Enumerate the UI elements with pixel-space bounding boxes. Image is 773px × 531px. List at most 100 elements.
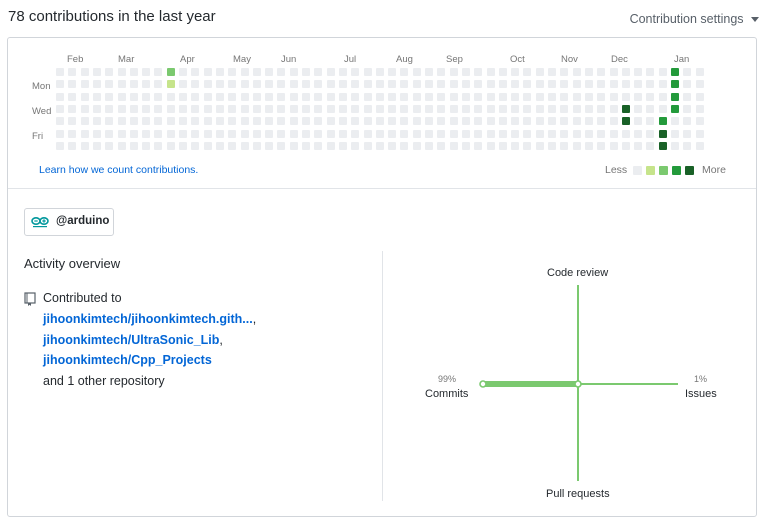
contribution-day[interactable]	[412, 68, 421, 76]
contribution-day[interactable]	[375, 80, 384, 89]
contribution-day[interactable]	[474, 104, 483, 113]
contribution-day[interactable]	[449, 80, 458, 89]
contribution-day[interactable]	[658, 117, 667, 126]
contribution-day[interactable]	[671, 80, 679, 89]
contribution-day[interactable]	[609, 92, 618, 101]
contribution-day[interactable]	[92, 141, 101, 150]
contribution-day[interactable]	[228, 68, 237, 76]
contribution-day[interactable]	[338, 104, 347, 113]
contribution-day[interactable]	[597, 68, 606, 76]
contribution-day[interactable]	[215, 141, 224, 150]
contribution-day[interactable]	[265, 92, 274, 101]
contribution-day[interactable]	[511, 92, 520, 101]
contribution-day[interactable]	[351, 80, 360, 89]
contribution-day[interactable]	[179, 92, 187, 101]
contribution-day[interactable]	[486, 80, 495, 89]
contribution-day[interactable]	[412, 129, 421, 138]
contribution-day[interactable]	[597, 104, 606, 113]
contribution-day[interactable]	[400, 117, 409, 126]
contribution-day[interactable]	[314, 68, 323, 76]
contribution-day[interactable]	[240, 104, 249, 113]
contribution-day[interactable]	[437, 129, 446, 138]
contribution-day[interactable]	[461, 92, 470, 101]
contribution-day[interactable]	[338, 141, 347, 150]
contribution-day[interactable]	[92, 117, 101, 126]
contribution-day[interactable]	[449, 117, 458, 126]
contribution-day[interactable]	[351, 104, 360, 113]
contribution-day[interactable]	[388, 129, 397, 138]
contribution-day[interactable]	[375, 117, 384, 126]
contribution-day[interactable]	[129, 129, 138, 138]
contribution-day[interactable]	[375, 104, 384, 113]
contribution-day[interactable]	[326, 68, 335, 76]
contribution-day[interactable]	[498, 80, 507, 89]
contribution-day[interactable]	[461, 104, 470, 113]
contribution-day[interactable]	[142, 104, 151, 113]
contribution-day[interactable]	[302, 80, 310, 89]
contribution-day[interactable]	[166, 129, 175, 138]
contribution-day[interactable]	[228, 117, 237, 126]
contribution-day[interactable]	[154, 92, 163, 101]
contribution-day[interactable]	[203, 80, 212, 89]
contribution-day[interactable]	[240, 80, 249, 89]
contribution-day[interactable]	[584, 68, 593, 76]
contribution-day[interactable]	[68, 68, 77, 76]
contribution-day[interactable]	[683, 141, 692, 150]
contribution-day[interactable]	[474, 117, 483, 126]
contribution-day[interactable]	[498, 92, 507, 101]
contribution-day[interactable]	[252, 68, 261, 76]
contribution-day[interactable]	[363, 141, 372, 150]
contribution-day[interactable]	[56, 104, 64, 113]
contribution-day[interactable]	[412, 92, 421, 101]
contribution-day[interactable]	[584, 104, 593, 113]
contribution-day[interactable]	[695, 92, 704, 101]
contribution-day[interactable]	[523, 104, 532, 113]
contribution-day[interactable]	[289, 80, 298, 89]
contribution-day[interactable]	[326, 92, 335, 101]
contribution-day[interactable]	[142, 92, 151, 101]
contribution-day[interactable]	[191, 92, 200, 101]
contribution-day[interactable]	[252, 92, 261, 101]
contribution-day[interactable]	[646, 104, 655, 113]
contribution-day[interactable]	[338, 80, 347, 89]
contribution-day[interactable]	[302, 92, 310, 101]
contribution-day[interactable]	[400, 141, 409, 150]
contribution-day[interactable]	[511, 129, 520, 138]
contribution-day[interactable]	[695, 104, 704, 113]
contribution-day[interactable]	[142, 129, 151, 138]
contribution-day[interactable]	[154, 129, 163, 138]
contribution-day[interactable]	[560, 80, 569, 89]
contribution-day[interactable]	[609, 80, 618, 89]
contribution-day[interactable]	[326, 80, 335, 89]
contribution-day[interactable]	[548, 129, 556, 138]
contribution-day[interactable]	[117, 92, 126, 101]
contribution-day[interactable]	[535, 104, 544, 113]
contribution-day[interactable]	[584, 92, 593, 101]
repo-link[interactable]: jihoonkimtech/jihoonkimtech.gith...,	[43, 312, 256, 326]
contribution-day[interactable]	[314, 129, 323, 138]
contribution-day[interactable]	[117, 68, 126, 76]
contribution-day[interactable]	[265, 80, 274, 89]
contribution-day[interactable]	[634, 80, 643, 89]
contribution-day[interactable]	[351, 129, 360, 138]
contribution-day[interactable]	[597, 141, 606, 150]
contribution-day[interactable]	[683, 80, 692, 89]
contribution-day[interactable]	[449, 68, 458, 76]
contribution-day[interactable]	[154, 104, 163, 113]
contribution-day[interactable]	[252, 104, 261, 113]
contribution-day[interactable]	[388, 141, 397, 150]
contribution-day[interactable]	[560, 68, 569, 76]
contribution-day[interactable]	[68, 80, 77, 89]
contribution-day[interactable]	[511, 68, 520, 76]
contribution-day[interactable]	[511, 80, 520, 89]
contribution-day[interactable]	[56, 92, 64, 101]
contribution-day[interactable]	[363, 104, 372, 113]
contribution-day[interactable]	[425, 68, 433, 76]
contribution-day[interactable]	[289, 129, 298, 138]
contribution-day[interactable]	[523, 141, 532, 150]
contribution-day[interactable]	[609, 141, 618, 150]
contribution-settings-button[interactable]: Contribution settings	[630, 12, 759, 26]
contribution-day[interactable]	[597, 117, 606, 126]
contribution-day[interactable]	[203, 129, 212, 138]
contribution-day[interactable]	[474, 68, 483, 76]
